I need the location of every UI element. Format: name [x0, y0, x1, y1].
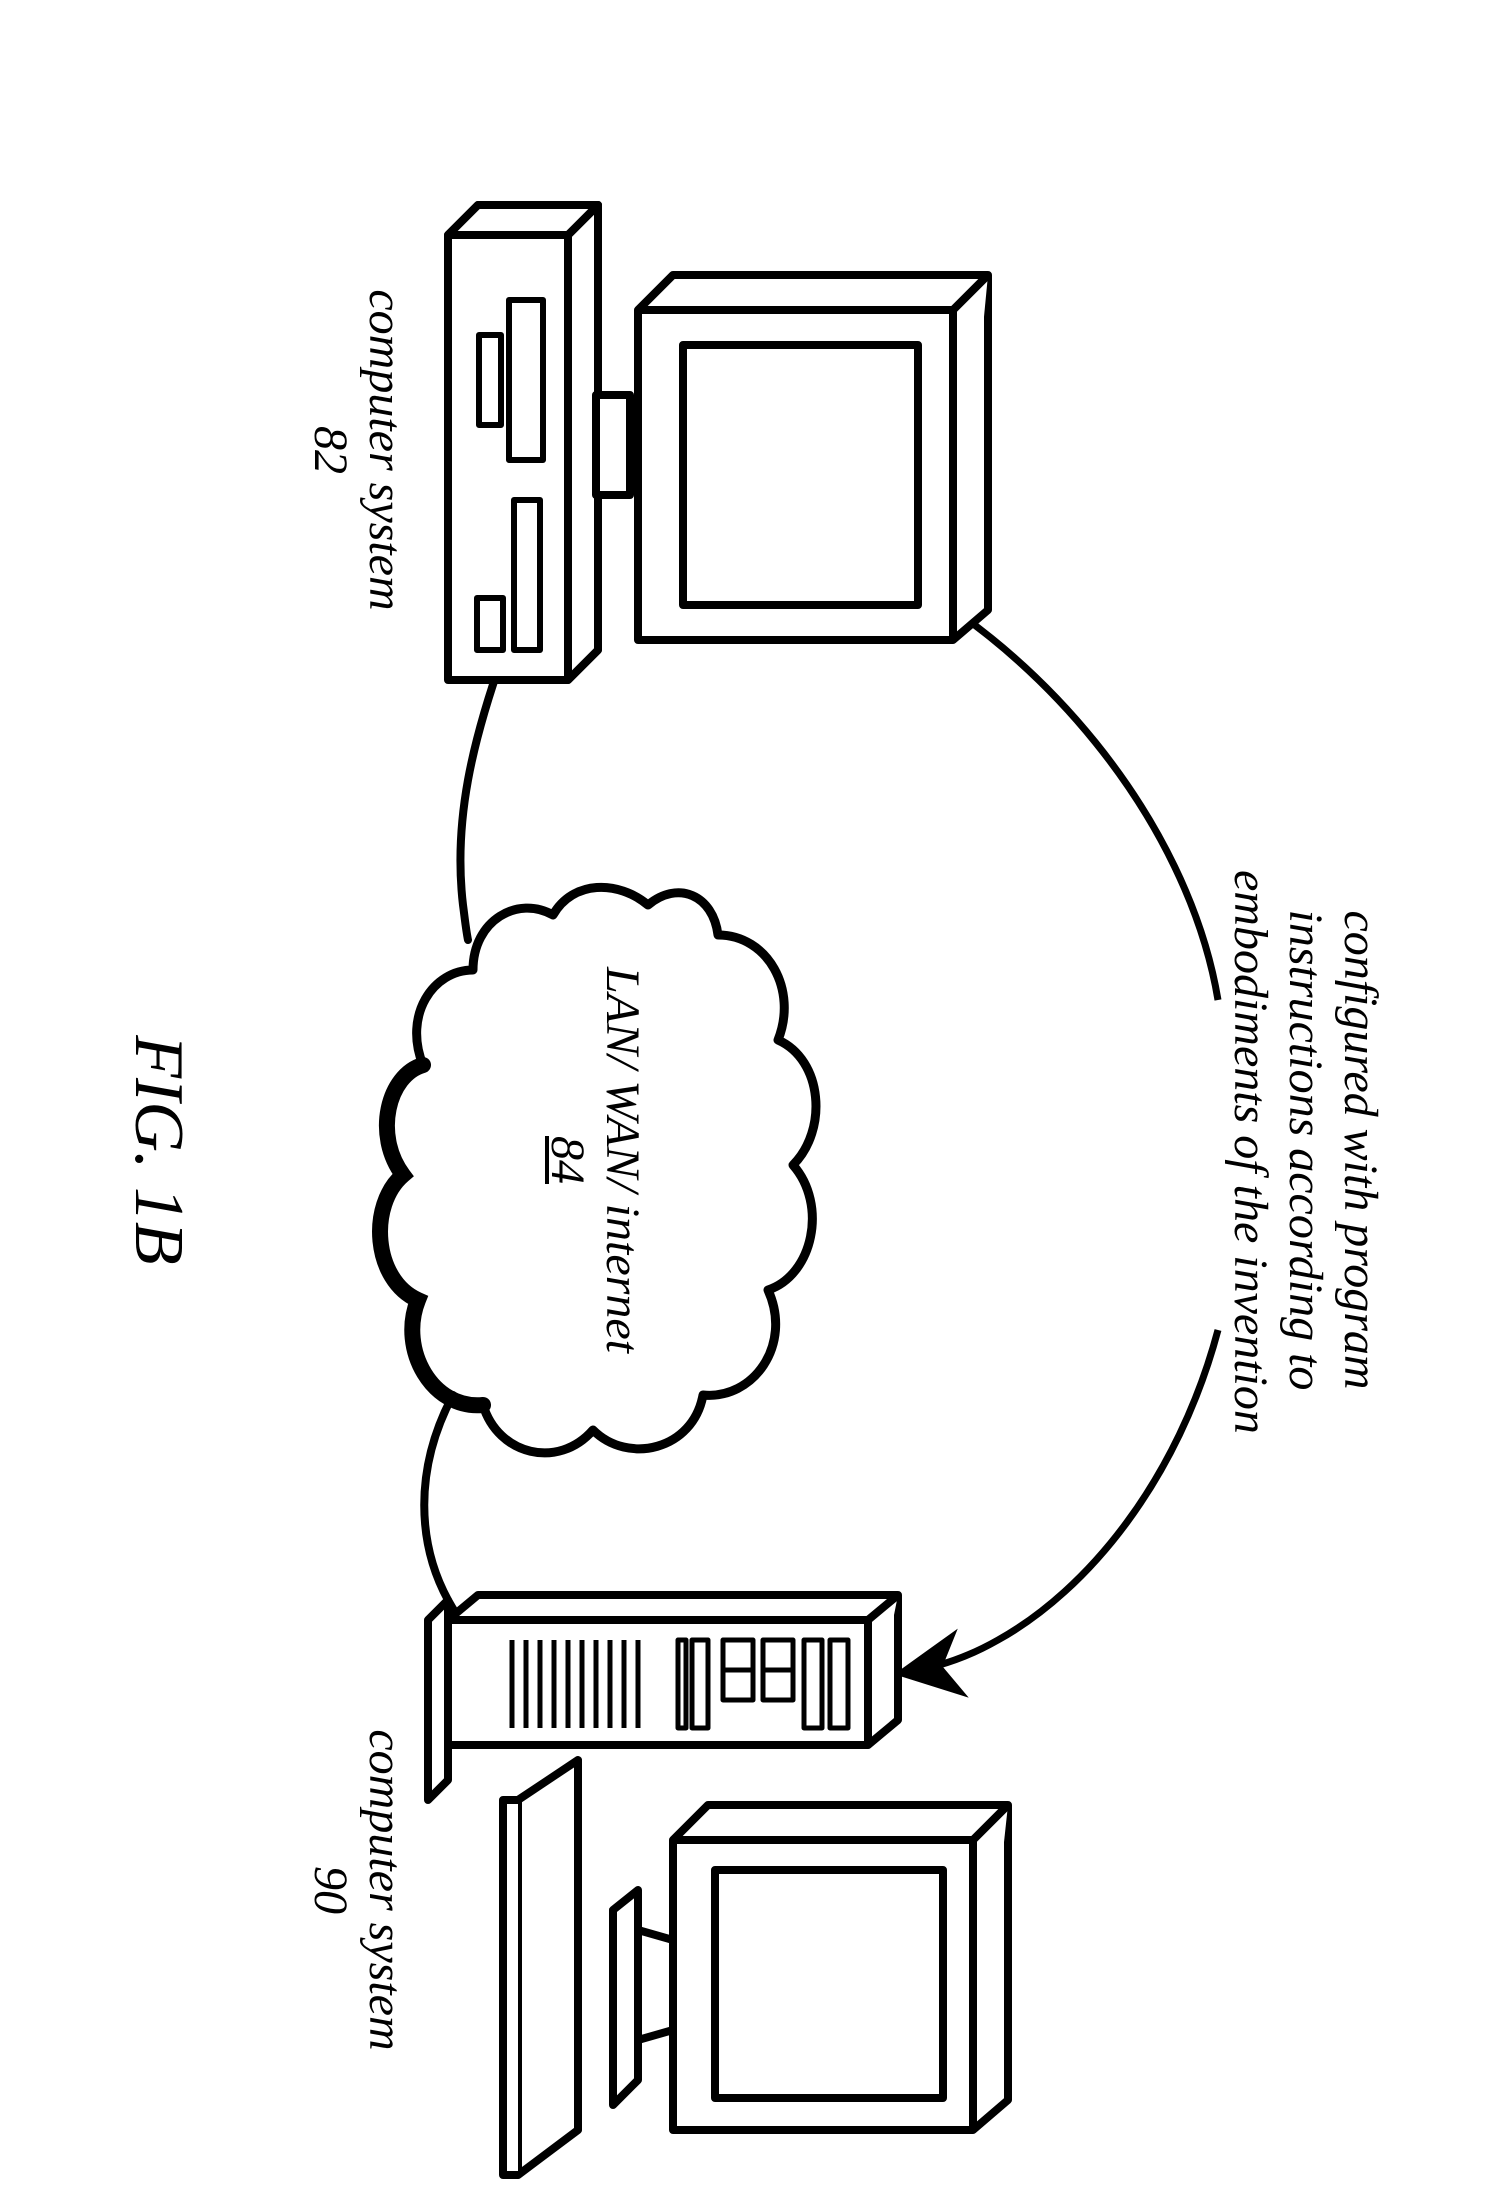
annotation-arrow-right	[908, 1330, 1218, 1672]
cloud-label: LAN/ WAN/ internet 84	[540, 960, 650, 1360]
cloud-label-text: LAN/ WAN/ internet	[596, 967, 649, 1353]
annotation-text: configured with program instructions acc…	[1222, 870, 1388, 1430]
figure-caption: FIG. 1B	[118, 940, 199, 1360]
right-computer-ref: 90	[303, 1866, 358, 1914]
left-computer-label-text: computer system	[359, 289, 412, 610]
computer-left-icon	[448, 205, 988, 680]
figure-1b: configured with program instructions acc…	[0, 0, 1508, 2202]
right-computer-label-text: computer system	[359, 1729, 412, 2050]
computer-right-icon	[428, 1595, 1008, 2175]
annotation-line3: embodiments of the invention	[1224, 870, 1277, 1434]
annotation-line2: instructions according to	[1279, 910, 1332, 1391]
cloud-ref: 84	[540, 1136, 595, 1184]
annotation-line1: configured with program	[1334, 910, 1387, 1389]
connector-left	[460, 655, 503, 940]
right-computer-label: computer system 90	[303, 1690, 413, 2090]
left-computer-ref: 82	[303, 426, 358, 474]
left-computer-label: computer system 82	[303, 250, 413, 650]
